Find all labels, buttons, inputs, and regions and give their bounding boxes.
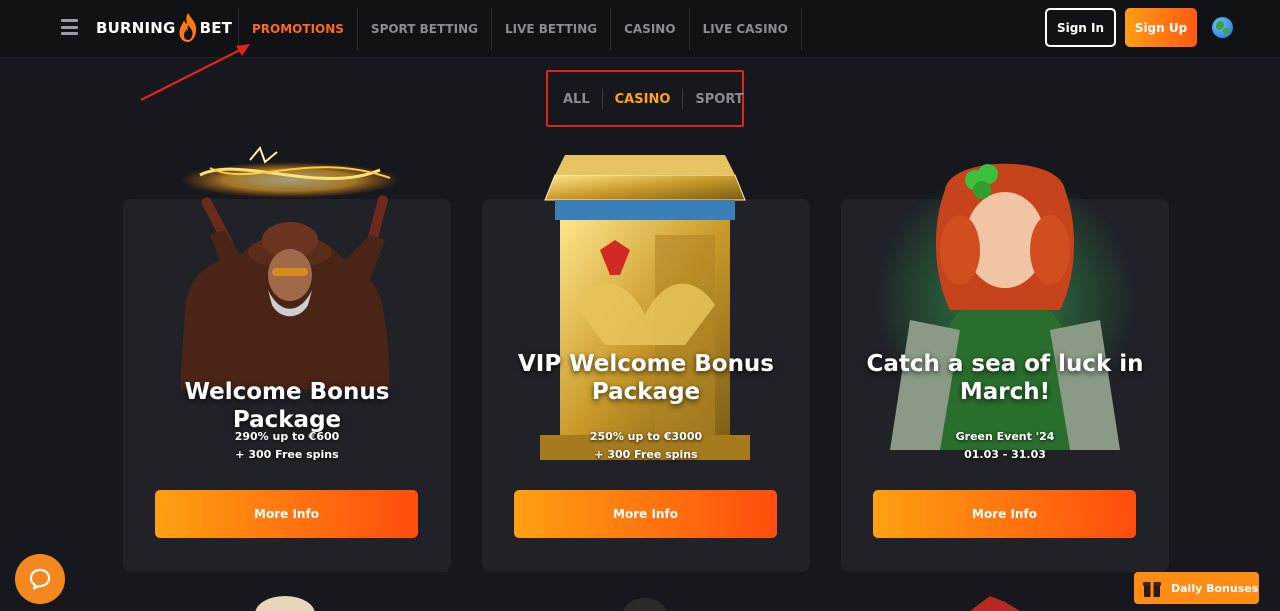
globe-icon[interactable] <box>1212 17 1233 38</box>
filter-tab-sport[interactable]: SPORT <box>683 89 755 109</box>
card-offer-line: + 300 Free spins <box>594 448 698 461</box>
daily-bonuses-label: Daily Bonuses <box>1171 581 1259 595</box>
sign-up-button[interactable]: Sign Up <box>1125 8 1197 47</box>
card-offer-line: 290% up to €600 <box>234 430 340 443</box>
gift-icon <box>1143 582 1161 597</box>
flame-icon <box>179 13 196 42</box>
filter-tab-casino[interactable]: CASINO <box>603 89 683 109</box>
card-title: Catch a sea of luck in March! <box>866 351 1144 405</box>
filter-tab-all[interactable]: ALL <box>551 89 602 109</box>
next-card-image-peek <box>623 598 667 611</box>
nav-item-live-betting[interactable]: LIVE BETTING <box>490 8 610 50</box>
card-event-line: 01.03 - 31.03 <box>964 448 1046 461</box>
more-info-button[interactable]: More Info <box>514 490 777 538</box>
logo-text-right: BET <box>199 19 233 37</box>
card-title: Welcome Bonus Package <box>184 379 390 433</box>
nav-item-casino[interactable]: CASINO <box>610 8 688 50</box>
sign-in-button[interactable]: Sign In <box>1045 8 1116 47</box>
menu-icon[interactable] <box>61 19 78 35</box>
card-event-line: Green Event '24 <box>955 430 1055 443</box>
nav-item-promotions[interactable]: PROMOTIONS <box>238 8 357 50</box>
nav-item-sport-betting[interactable]: SPORT BETTING <box>356 8 491 50</box>
logo[interactable]: BURNING BET <box>96 9 232 47</box>
more-info-button[interactable]: More Info <box>873 490 1136 538</box>
chat-button[interactable] <box>15 554 65 604</box>
more-info-button[interactable]: More Info <box>155 490 418 538</box>
next-card-image-peek <box>255 596 315 611</box>
chat-bubble-icon <box>29 568 51 590</box>
logo-text-left: BURNING <box>96 19 176 37</box>
next-card-image-peek <box>970 596 1020 611</box>
card-offer-line: 250% up to €3000 <box>589 430 703 443</box>
nav-item-live-casino[interactable]: LIVE CASINO <box>688 8 802 50</box>
main-nav: PROMOTIONS SPORT BETTING LIVE BETTING CA… <box>238 8 802 50</box>
card-offer-line: + 300 Free spins <box>235 448 339 461</box>
top-navigation-bar: BURNING BET PROMOTIONS SPORT BETTING LIV… <box>0 0 1280 58</box>
promo-filter-tabs: ALL CASINO SPORT <box>551 85 756 113</box>
daily-bonuses-button[interactable]: Daily Bonuses <box>1134 572 1259 604</box>
card-title: VIP Welcome Bonus Package <box>517 351 775 405</box>
